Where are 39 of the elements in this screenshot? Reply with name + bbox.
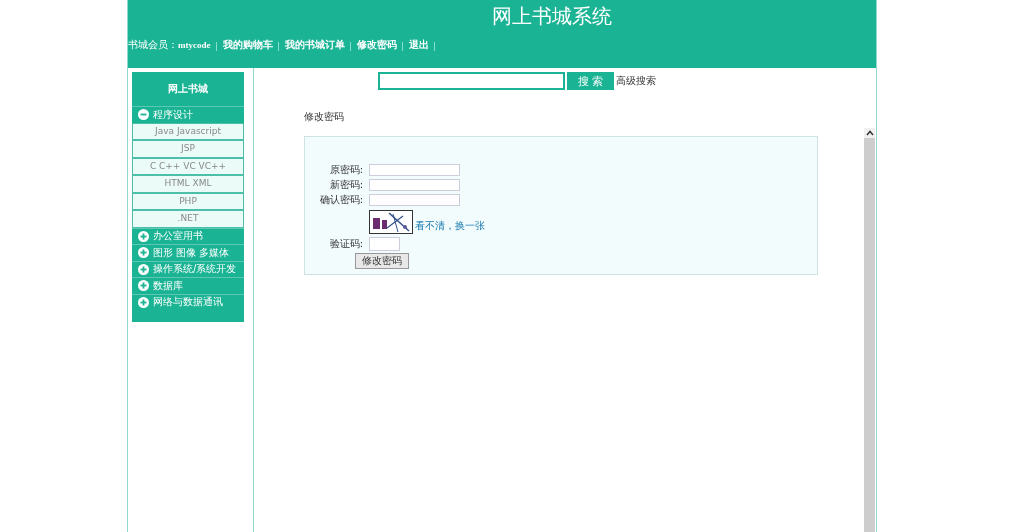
subcategory-item[interactable]: .NET	[132, 210, 244, 228]
subcategory-item[interactable]: HTML XML	[132, 175, 244, 193]
nav-separator: |	[215, 39, 218, 51]
nav-separator: |	[433, 39, 436, 51]
nav-link[interactable]: 退出	[408, 38, 429, 52]
input-field[interactable]	[369, 236, 400, 251]
username: mtycode	[178, 40, 211, 50]
field-label: 确认密码:	[318, 192, 363, 207]
category-item[interactable]: 程序设计	[132, 106, 244, 123]
search-field[interactable]	[378, 72, 565, 90]
submit-button[interactable]: 修改密码	[355, 253, 409, 269]
input-field[interactable]	[369, 163, 460, 176]
input-field[interactable]	[369, 178, 460, 191]
site-title: 网上书城系统	[491, 4, 613, 29]
subcategory-item[interactable]: JSP	[132, 140, 244, 158]
scroll-up-icon	[865, 130, 874, 136]
nav-separator: |	[349, 39, 352, 51]
advanced-search-link[interactable]: 高级搜索	[616, 74, 656, 88]
member-label: 书城会员：	[128, 38, 178, 52]
category-item[interactable]: 办公室用书	[132, 227, 244, 244]
nav-link[interactable]: 我的书城订单	[284, 38, 345, 52]
field-label: 验证码:	[328, 236, 363, 251]
scrollbar[interactable]	[864, 128, 875, 532]
sidebar-title: 网上书城	[167, 82, 209, 96]
category-item[interactable]: 网络与数据通讯	[132, 293, 244, 310]
category-item[interactable]: 数据库	[132, 277, 244, 294]
search-button[interactable]: 搜 索	[567, 72, 614, 90]
category-item[interactable]: 图形 图像 多媒体	[132, 244, 244, 261]
nav-link[interactable]: 修改密码	[356, 38, 397, 52]
nav-separator: |	[401, 39, 404, 51]
field-label: 新密码:	[328, 177, 363, 192]
subcategory-item[interactable]: Java Javascript	[132, 122, 244, 140]
field-label: 原密码:	[328, 162, 363, 177]
nav-link[interactable]: 我的购物车	[222, 38, 273, 52]
input-field[interactable]	[369, 193, 460, 206]
page-title: 修改密码	[304, 110, 345, 124]
refresh-captcha-link[interactable]: 看不清，换一张	[415, 219, 485, 233]
nav-separator: |	[277, 39, 280, 51]
category-item[interactable]: 操作系统/系统开发	[132, 260, 244, 277]
